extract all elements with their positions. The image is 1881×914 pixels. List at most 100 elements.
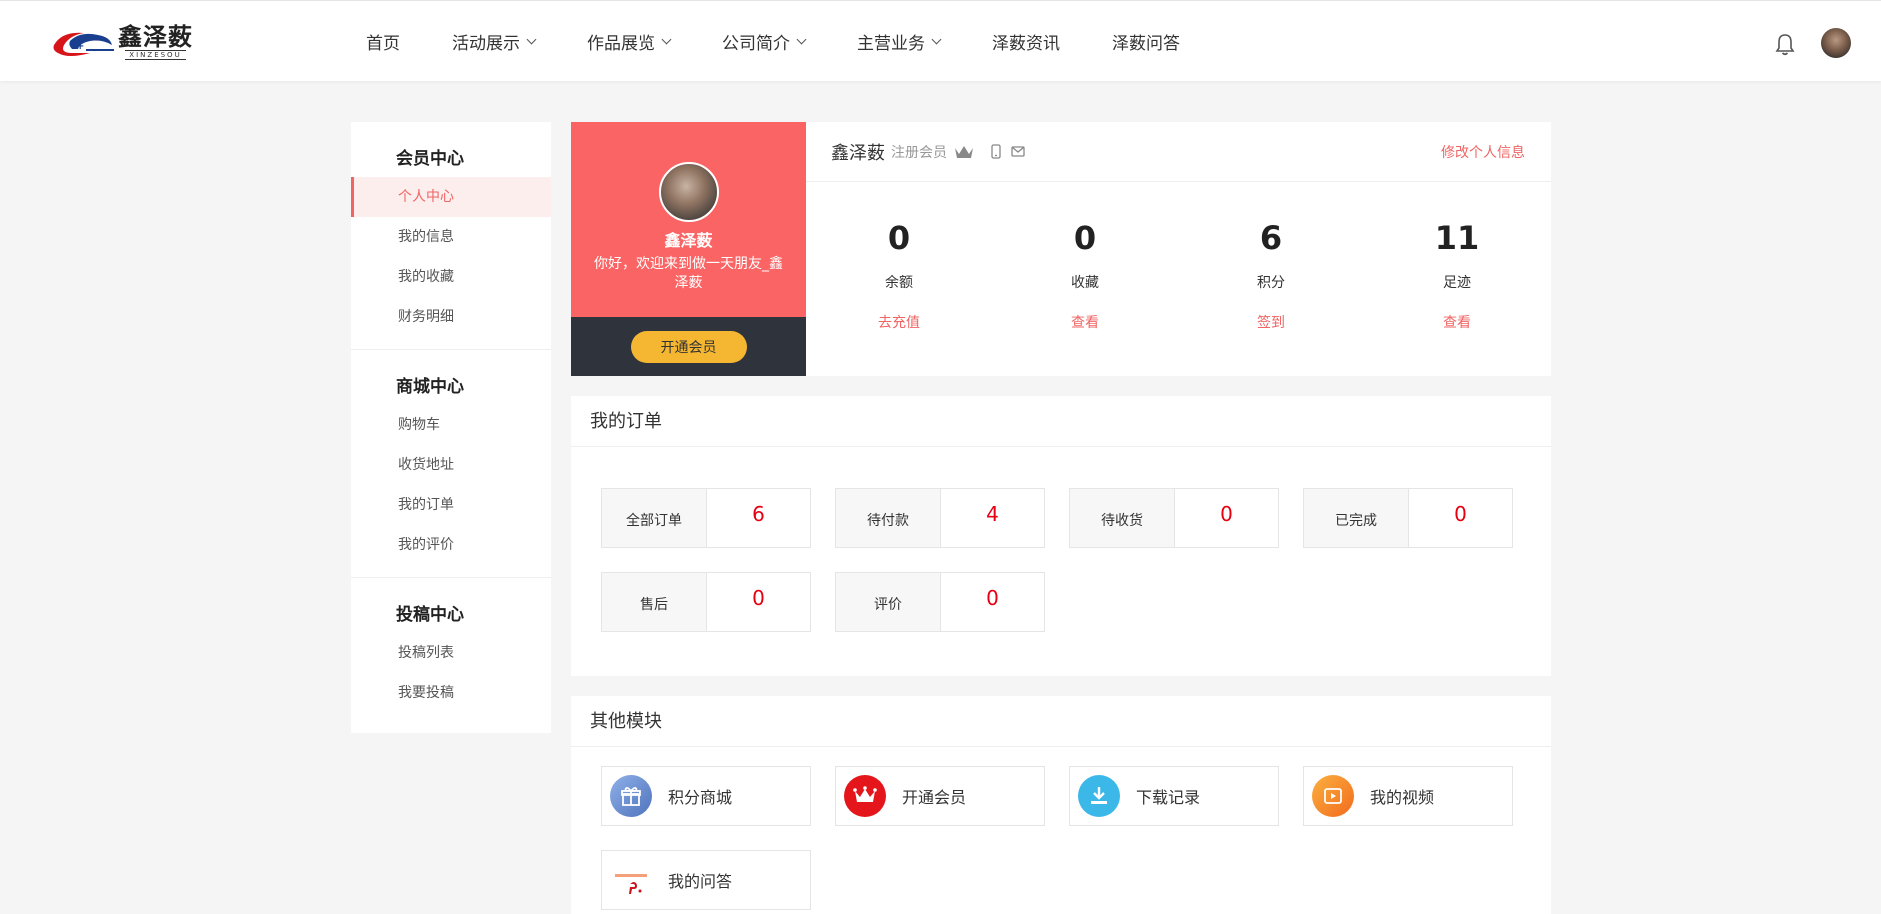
module-label: 我的问答: [668, 872, 733, 891]
order-label: 售后: [602, 573, 707, 631]
nav-works[interactable]: 作品展览: [587, 29, 672, 54]
module-label: 积分商城: [668, 788, 733, 807]
order-reviews[interactable]: 评价 0: [835, 572, 1045, 632]
order-after-sales[interactable]: 售后 0: [601, 572, 811, 632]
user-avatar[interactable]: [1821, 28, 1851, 58]
stat-value: 0: [1073, 219, 1097, 257]
module-open-vip[interactable]: 开通会员: [835, 766, 1045, 826]
stat-label: 积分: [1257, 275, 1285, 291]
gift-icon: [610, 775, 652, 817]
recharge-link[interactable]: 去充值: [806, 312, 992, 332]
view-footprints-link[interactable]: 查看: [1364, 312, 1550, 332]
module-label: 下载记录: [1136, 788, 1201, 807]
sign-in-link[interactable]: 签到: [1178, 312, 1364, 332]
nav-label: 作品展览: [587, 34, 655, 54]
profile-vip-bar: 开通会员: [571, 317, 806, 376]
stat-label: 余额: [885, 275, 913, 291]
sidebar-item-submit[interactable]: 我要投稿: [351, 673, 551, 713]
order-label: 已完成: [1304, 489, 1409, 547]
site-logo[interactable]: + 鑫泽薮 XINZESOU: [50, 22, 193, 60]
member-level: 注册会员: [891, 144, 947, 161]
chevron-down-icon: [931, 34, 942, 45]
order-completed[interactable]: 已完成 0: [1303, 488, 1513, 548]
profile-avatar[interactable]: [658, 162, 719, 222]
nav-news[interactable]: 泽薮资讯: [992, 29, 1060, 54]
orders-title: 我的订单: [571, 396, 1551, 447]
nav-label: 泽薮问答: [1112, 34, 1180, 54]
view-favorites-link[interactable]: 查看: [992, 312, 1178, 332]
site-header: + 鑫泽薮 XINZESOU 首页 活动展示 作品展览 公司简介 主营业务 泽薮…: [0, 0, 1881, 81]
module-downloads[interactable]: 下载记录: [1069, 766, 1279, 826]
nav-label: 首页: [366, 34, 400, 54]
nav-label: 活动展示: [452, 34, 520, 54]
profile-greeting: 你好，欢迎来到做一天朋友_鑫泽薮: [594, 256, 783, 291]
module-points-mall[interactable]: 积分商城: [601, 766, 811, 826]
sidebar-item-my-info[interactable]: 我的信息: [351, 217, 551, 257]
mail-icon[interactable]: [1011, 144, 1025, 159]
nav-qa[interactable]: 泽薮问答: [1112, 29, 1180, 54]
phone-icon[interactable]: [989, 144, 1003, 159]
stat-balance: 0 余额 去充值: [806, 182, 992, 332]
sidebar-item-reviews[interactable]: 我的评价: [351, 525, 551, 565]
qa-icon: [610, 859, 652, 901]
sidebar-item-favorites[interactable]: 我的收藏: [351, 257, 551, 297]
stat-label: 收藏: [1071, 275, 1099, 291]
profile-name: 鑫泽薮: [664, 231, 713, 250]
sidebar-group-title: 会员中心: [396, 149, 464, 169]
chevron-down-icon: [661, 34, 672, 45]
download-icon: [1078, 775, 1120, 817]
order-count: 0: [986, 586, 999, 610]
stat-value: 11: [1434, 219, 1480, 257]
nav-home[interactable]: 首页: [366, 29, 400, 54]
nav-business[interactable]: 主营业务: [857, 29, 942, 54]
nav-label: 主营业务: [857, 34, 925, 54]
play-icon: [1312, 775, 1354, 817]
main-nav: 首页 活动展示 作品展览 公司简介 主营业务 泽薮资讯 泽薮问答: [366, 1, 1232, 82]
sidebar-item-orders[interactable]: 我的订单: [351, 485, 551, 525]
sidebar-item-submission-list[interactable]: 投稿列表: [351, 633, 551, 673]
nav-company[interactable]: 公司简介: [722, 29, 807, 54]
order-label: 待收货: [1070, 489, 1175, 547]
sidebar: 会员中心 个人中心 我的信息 我的收藏 财务明细 商城中心 购物车 收货地址 我…: [351, 122, 551, 733]
svg-text:+: +: [76, 41, 84, 52]
module-label: 开通会员: [902, 788, 967, 807]
stat-value: 0: [887, 219, 911, 257]
sidebar-item-cart[interactable]: 购物车: [351, 405, 551, 445]
order-count: 0: [752, 586, 765, 610]
chevron-down-icon: [526, 34, 537, 45]
sidebar-item-finance[interactable]: 财务明细: [351, 297, 551, 337]
order-count: 0: [1454, 502, 1467, 526]
order-label: 待付款: [836, 489, 941, 547]
crown-icon: [844, 775, 886, 817]
sidebar-group-member: 会员中心 个人中心 我的信息 我的收藏 财务明细: [351, 122, 551, 350]
orders-panel: 我的订单 全部订单 6 待付款 4 待收货 0 已完成 0 售后 0 评价 0: [571, 396, 1551, 676]
logo-mark-icon: +: [53, 32, 114, 56]
nav-activities[interactable]: 活动展示: [452, 29, 537, 54]
order-pending-payment[interactable]: 待付款 4: [835, 488, 1045, 548]
sidebar-item-personal-center[interactable]: 个人中心: [351, 177, 551, 217]
profile-card: 鑫泽薮 你好，欢迎来到做一天朋友_鑫泽薮 开通会员 鑫泽薮 注册会员 修改个人信…: [571, 122, 1551, 376]
stat-points: 6 积分 签到: [1178, 182, 1364, 332]
module-videos[interactable]: 我的视频: [1303, 766, 1513, 826]
order-label: 全部订单: [602, 489, 707, 547]
chevron-down-icon: [796, 34, 807, 45]
open-vip-button[interactable]: 开通会员: [630, 330, 747, 363]
sidebar-group-mall: 商城中心 购物车 收货地址 我的订单 我的评价: [351, 350, 551, 578]
profile-banner: 鑫泽薮 你好，欢迎来到做一天朋友_鑫泽薮: [571, 122, 806, 317]
modules-title: 其他模块: [571, 696, 1551, 747]
order-all[interactable]: 全部订单 6: [601, 488, 811, 548]
bell-icon[interactable]: [1774, 32, 1796, 56]
order-pending-receipt[interactable]: 待收货 0: [1069, 488, 1279, 548]
profile-username: 鑫泽薮: [831, 142, 885, 164]
edit-profile-link[interactable]: 修改个人信息: [1441, 142, 1525, 162]
profile-details: 鑫泽薮 注册会员 修改个人信息 0 余额 去充值 0 收藏 查看 6 积分 签到…: [806, 122, 1551, 376]
sidebar-group-title: 商城中心: [396, 377, 464, 397]
profile-summary: 鑫泽薮 你好，欢迎来到做一天朋友_鑫泽薮 开通会员: [571, 122, 806, 376]
module-label: 我的视频: [1370, 788, 1435, 807]
module-qa[interactable]: 我的问答: [601, 850, 811, 910]
sidebar-item-address[interactable]: 收货地址: [351, 445, 551, 485]
nav-label: 公司简介: [722, 34, 790, 54]
profile-header: 鑫泽薮 注册会员 修改个人信息: [806, 122, 1551, 182]
stat-label: 足迹: [1443, 275, 1471, 291]
logo-name: 鑫泽薮: [118, 22, 193, 51]
